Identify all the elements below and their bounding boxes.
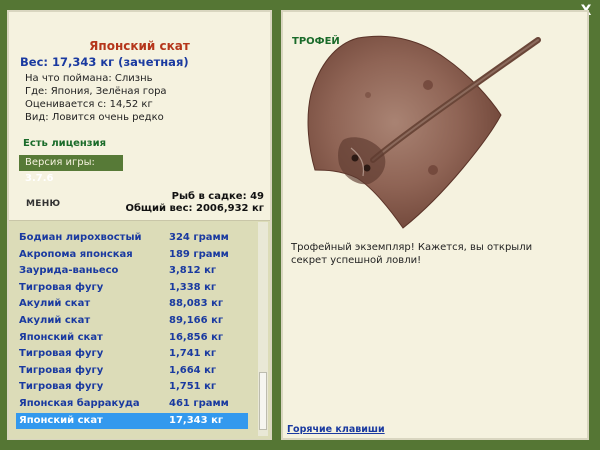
game-window: X Японский скат Вес: 17,343 кг (зачетная…	[0, 0, 600, 450]
catch-fish-name: Тигровая фугу	[19, 281, 104, 293]
catch-list-row[interactable]: Акулий скат 89,166 кг	[16, 313, 248, 329]
menu-button[interactable]: МЕНЮ	[26, 199, 60, 209]
catch-fish-weight: 461 грамм	[169, 398, 229, 409]
catch-list-row[interactable]: Японский скат 17,343 кг	[16, 412, 248, 429]
fish-location: Где: Япония, Зелёная гора	[25, 86, 167, 97]
catch-fish-name: Акулий скат	[19, 298, 91, 310]
fish-title: Японский скат	[89, 39, 190, 53]
catch-list-row[interactable]: Тигровая фугу 1,751 кг	[16, 379, 248, 395]
catch-list-row[interactable]: Японский скат 16,856 кг	[16, 330, 248, 346]
license-status: Есть лицензия	[23, 138, 107, 149]
version-value: 3.7.6	[25, 173, 54, 184]
catch-fish-name: Акулий скат	[19, 315, 91, 326]
catch-list-row[interactable]: Японская барракуда 461 грамм	[16, 396, 248, 412]
catch-fish-weight: 1,338 кг	[169, 281, 217, 293]
catch-list-row[interactable]: Тигровая фугу 1,664 кг	[16, 363, 248, 379]
list-scrollbar[interactable]	[258, 222, 268, 436]
catch-fish-name: Бодиан лирохвостый	[19, 232, 142, 243]
catch-fish-name: Японский скат	[19, 414, 103, 426]
catch-fish-weight: 1,664 кг	[169, 364, 217, 376]
catch-fish-name: Тигровая фугу	[19, 381, 104, 393]
catch-fish-weight: 324 грамм	[169, 232, 229, 243]
fish-bait: На что поймана: Слизнь	[25, 73, 153, 84]
catch-list-row[interactable]: Акропома японская 189 грамм	[16, 247, 248, 263]
catch-fish-name: Акропома японская	[19, 248, 133, 260]
catch-fish-weight: 16,856 кг	[169, 331, 224, 343]
trophy-message: Трофейный экземпляр! Кажется, вы открыли…	[291, 242, 533, 266]
fish-details: Японский скат Вес: 17,343 кг (зачетная) …	[9, 12, 270, 217]
fish-info-panel: Японский скат Вес: 17,343 кг (зачетная) …	[7, 10, 272, 440]
catch-list-row[interactable]: Тигровая фугу 1,741 кг	[16, 346, 248, 362]
catch-fish-name: Японская барракуда	[19, 398, 140, 409]
fish-rarity: Вид: Ловится очень редко	[25, 112, 164, 123]
catch-fish-weight: 89,166 кг	[169, 315, 224, 326]
total-weight: Общий вес: 2006,932 кг	[125, 203, 264, 214]
catch-fish-weight: 3,812 кг	[169, 265, 217, 277]
version-badge: Версия игры: 3.7.6	[19, 155, 123, 184]
version-label: Версия игры:	[25, 157, 95, 168]
catch-fish-weight: 189 грамм	[169, 248, 229, 260]
catch-fish-name: Тигровая фугу	[19, 364, 104, 376]
catch-fish-weight: 1,751 кг	[169, 381, 217, 393]
catch-list-row[interactable]: Тигровая фугу 1,338 кг	[16, 280, 248, 296]
catch-list-row[interactable]: Акулий скат 88,083 кг	[16, 296, 248, 312]
catch-fish-name: Заурида-ваньесо	[19, 265, 119, 277]
catch-list[interactable]: Бодиан лирохвостый 324 грамм Акропома япон…	[9, 220, 270, 439]
scrollbar-thumb[interactable]	[259, 372, 267, 430]
catch-fish-name: Тигровая фугу	[19, 348, 104, 360]
fish-weight: Вес: 17,343 кг (зачетная)	[20, 55, 189, 69]
catch-list-row[interactable]: Бодиан лирохвостый 324 грамм	[16, 230, 248, 246]
catch-fish-name: Японский скат	[19, 331, 103, 343]
catch-fish-weight: 88,083 кг	[169, 298, 224, 310]
japanese-ray-image	[307, 35, 541, 229]
trophy-panel: ТРОФЕЙ Трофейный экземпляр! Кажется, вы …	[281, 10, 589, 440]
catch-count: Рыб в садке: 49	[171, 191, 264, 202]
trophy-label: ТРОФЕЙ	[292, 36, 340, 47]
fish-value: Оценивается с: 14,52 кг	[25, 99, 153, 110]
catch-fish-weight: 17,343 кг	[169, 414, 224, 426]
hotkeys-link[interactable]: Горячие клавиши	[287, 424, 385, 435]
catch-list-row[interactable]: Заурида-ваньесо 3,812 кг	[16, 263, 248, 279]
catch-fish-weight: 1,741 кг	[169, 348, 217, 360]
